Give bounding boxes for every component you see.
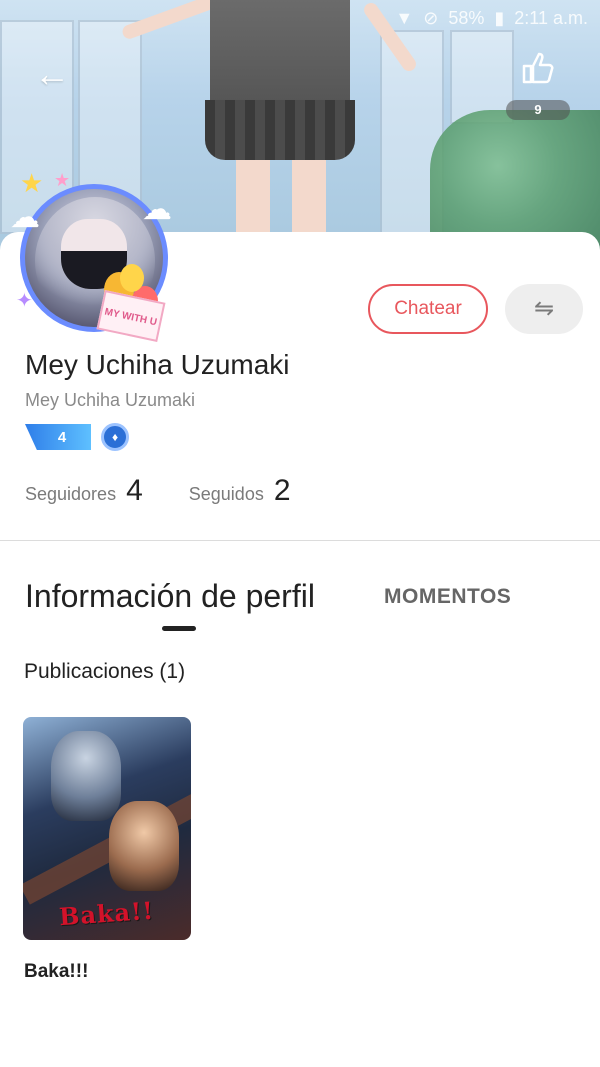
level-badge[interactable]: 4 [25, 424, 91, 450]
active-tab-indicator [162, 626, 196, 631]
cloud-decoration-icon: ☁ [10, 201, 40, 234]
cloud-decoration-icon: ☁ [142, 193, 172, 226]
tab-profile-info[interactable]: Información de perfil [25, 578, 315, 615]
battery-percent: 58% [448, 8, 485, 28]
status-bar: ▼ ⊘ 58% ▮ 2:11 a.m. [395, 8, 588, 29]
thumbs-up-icon [522, 52, 554, 84]
post-image-figure [109, 801, 179, 891]
wifi-icon: ▼ [395, 8, 414, 28]
likes-count: 9 [506, 100, 570, 120]
post-image-text: Baka!! [58, 895, 155, 932]
level-number: 4 [57, 428, 67, 446]
more-actions-button[interactable]: ⇋ [505, 284, 583, 334]
clock: 2:11 a.m. [514, 8, 588, 28]
profile-name: Mey Uchiha Uzumaki [25, 349, 290, 380]
badge-row: 4 ♦ [25, 423, 129, 451]
posts-heading: Publicaciones (1) [24, 660, 186, 683]
battery-icon: ▮ [494, 8, 505, 28]
like-widget: 9 [506, 48, 570, 122]
post-thumbnail[interactable]: Baka!! [23, 717, 191, 940]
followers-count[interactable]: 4 [126, 474, 143, 508]
tab-moments[interactable]: MOMENTOS [384, 585, 511, 609]
balloon-decoration [120, 264, 144, 292]
star-decoration-icon: ★ [20, 168, 44, 198]
star-decoration-icon: ★ [54, 170, 71, 190]
following-count[interactable]: 2 [274, 474, 291, 508]
post-title[interactable]: Baka!!! [24, 961, 88, 983]
swap-arrows-icon: ⇋ [533, 295, 555, 322]
banner-skirt [205, 100, 355, 160]
post-image-figure [51, 731, 121, 821]
follow-stats: Seguidores 4 Seguidos 2 [25, 474, 327, 514]
following-label[interactable]: Seguidos [189, 484, 264, 505]
curator-badge-icon[interactable]: ♦ [101, 423, 129, 451]
followers-label[interactable]: Seguidores [25, 484, 116, 505]
like-button[interactable] [516, 48, 560, 92]
back-arrow-icon: ← [34, 53, 70, 94]
star-decoration-icon: ✦ [16, 290, 33, 312]
back-button[interactable]: ← [34, 52, 78, 96]
profile-nickname: Mey Uchiha Uzumaki [25, 390, 196, 410]
avatar-frame[interactable]: ★ ★ ☁ ☁ ✦ MY WITH U [10, 168, 174, 343]
chat-button[interactable]: Chatear [368, 284, 488, 334]
banner-tree [430, 110, 600, 250]
mute-icon: ⊘ [423, 8, 439, 28]
divider [0, 540, 600, 541]
